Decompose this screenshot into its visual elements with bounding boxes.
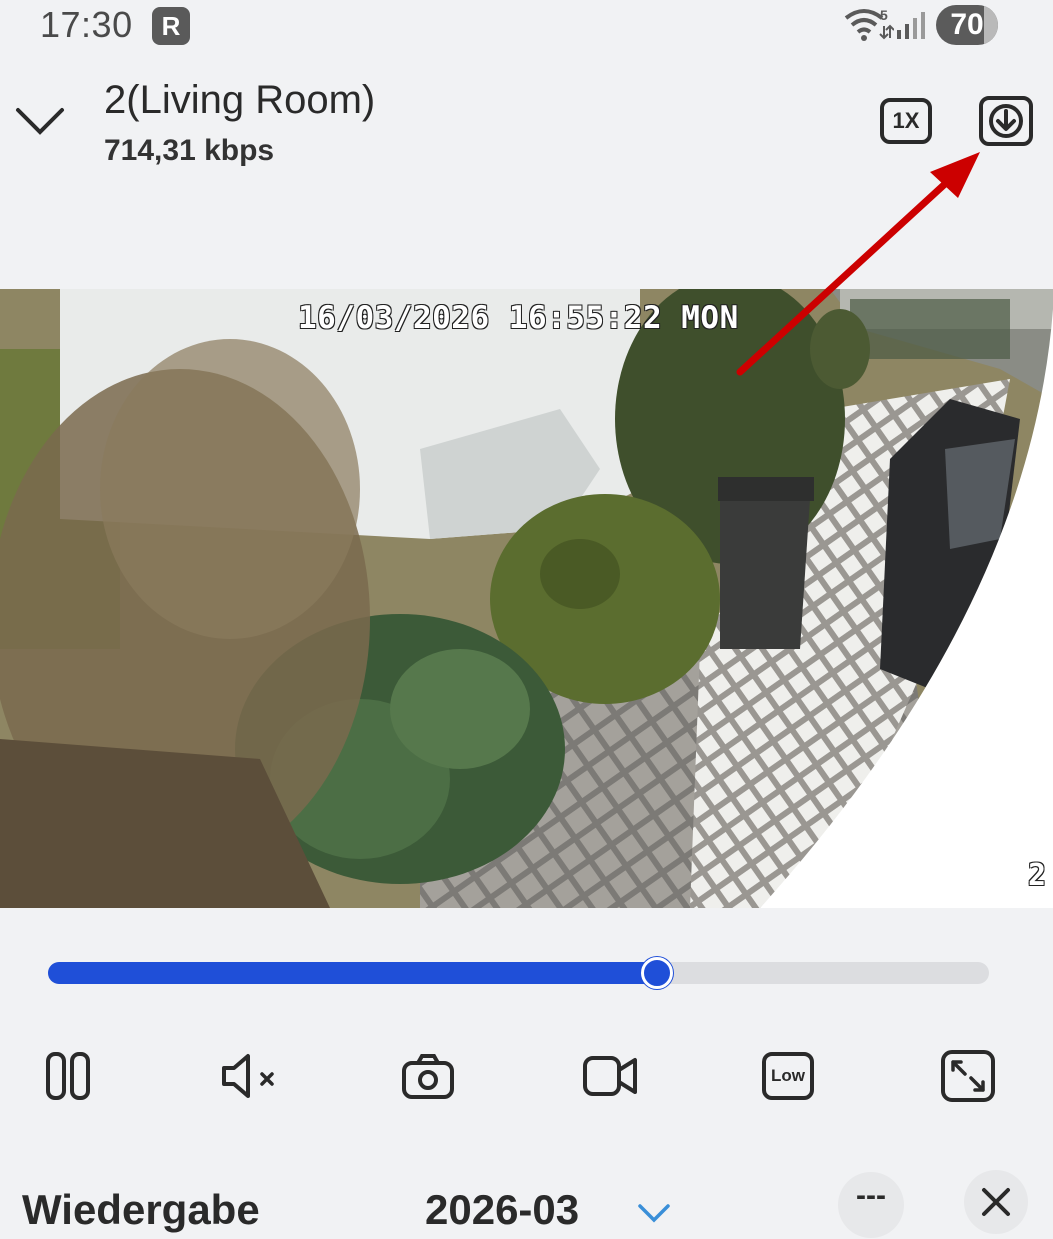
camera-title: 2(Living Room) <box>104 78 376 122</box>
mute-icon <box>222 1054 274 1098</box>
progress-thumb[interactable] <box>640 957 673 989</box>
status-time: 17:30 <box>40 4 133 45</box>
playback-progress[interactable] <box>48 957 989 989</box>
camera-scene <box>0 289 1053 908</box>
pause-button[interactable] <box>36 1044 100 1108</box>
snapshot-button[interactable] <box>396 1044 460 1108</box>
download-icon <box>989 104 1023 138</box>
playback-speed-button[interactable]: 1X <box>880 98 932 144</box>
app-badge-icon: R <box>152 7 190 45</box>
close-button[interactable] <box>964 1170 1028 1234</box>
signal-icon <box>897 12 925 39</box>
month-selector[interactable]: 2026-03 <box>425 1186 579 1234</box>
video-frame[interactable] <box>0 289 1053 908</box>
close-icon <box>982 1188 1010 1216</box>
quality-icon: Low <box>762 1052 814 1100</box>
download-button[interactable] <box>979 96 1033 146</box>
chevron-down-icon[interactable] <box>636 1200 672 1224</box>
status-bar: 17:30 R 5 70 <box>0 0 1053 52</box>
chevron-down-icon[interactable] <box>14 96 66 144</box>
bitrate-label: 714,31 kbps <box>104 134 275 167</box>
pause-icon <box>46 1052 90 1100</box>
record-icon <box>583 1056 637 1096</box>
more-button[interactable]: --- <box>838 1172 904 1238</box>
fullscreen-button[interactable] <box>936 1044 1000 1108</box>
quality-button[interactable]: Low <box>756 1044 820 1108</box>
battery-level: 70 <box>950 8 984 41</box>
record-button[interactable] <box>578 1044 642 1108</box>
video-timestamp: 16/03/2026 16:55:22 MON <box>298 300 739 336</box>
video-channel-label: 2 <box>1028 858 1047 893</box>
wifi-band-label: 5 <box>880 7 888 23</box>
progress-fill <box>48 962 657 984</box>
fullscreen-icon <box>941 1050 995 1102</box>
battery-icon: 70 <box>936 5 998 45</box>
wifi-icon: 5 <box>844 7 894 41</box>
playback-title: Wiedergabe <box>22 1186 260 1233</box>
mute-button[interactable] <box>218 1044 282 1108</box>
snapshot-icon <box>402 1054 454 1099</box>
